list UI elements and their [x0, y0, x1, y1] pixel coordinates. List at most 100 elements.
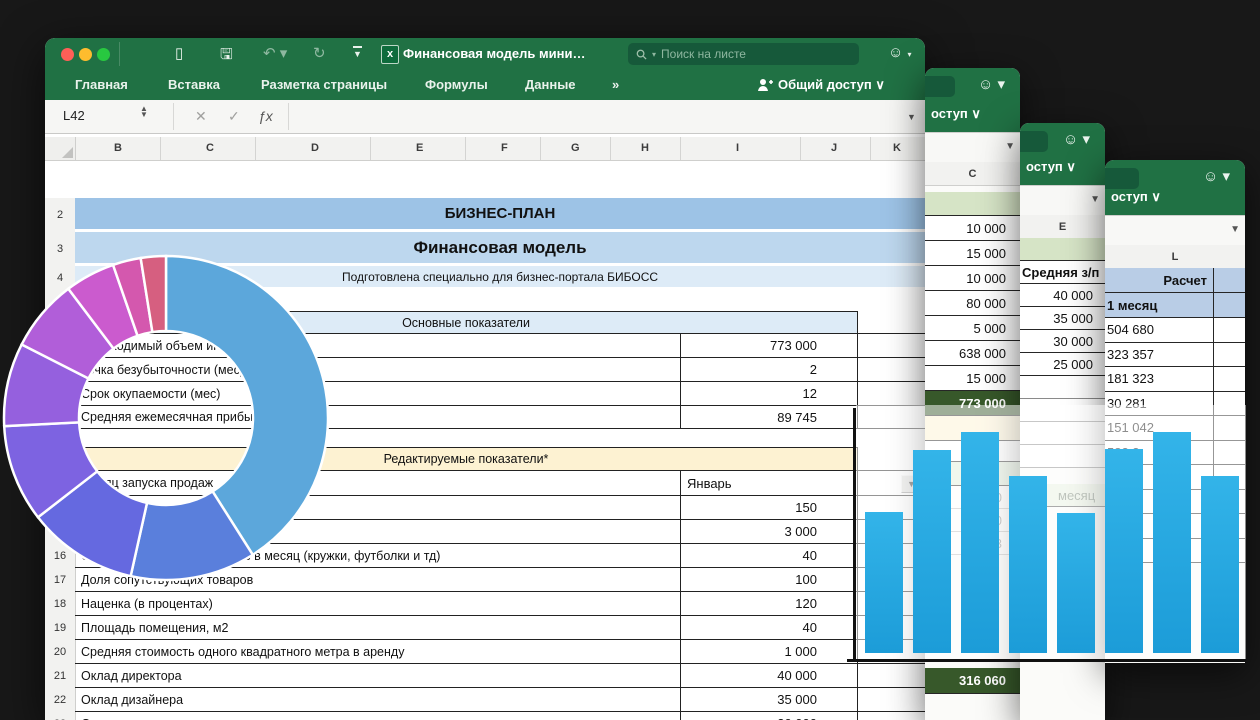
cell-extra[interactable] — [1213, 441, 1245, 466]
cell-extra[interactable] — [857, 544, 925, 568]
column-header-I[interactable]: I — [736, 142, 739, 154]
cell-value[interactable]: 151 042 — [1105, 416, 1213, 441]
tab-»[interactable]: » — [612, 77, 619, 92]
cell-value[interactable]: 1 000 — [680, 640, 857, 664]
cell-value[interactable]: 35 000 — [680, 688, 857, 712]
column-header-L[interactable]: L — [1105, 245, 1245, 269]
tab-Данные[interactable]: Данные — [525, 77, 576, 92]
minimize-button[interactable] — [79, 48, 92, 61]
cell-extra[interactable] — [857, 382, 925, 406]
formula-bar[interactable]: ▼ — [1020, 185, 1105, 217]
search-scope-chevron[interactable]: ▾ — [652, 50, 656, 59]
cell-value[interactable]: 40 — [680, 544, 857, 568]
column-header-H[interactable]: H — [641, 142, 649, 154]
cell-value[interactable]: 25 000 — [1020, 353, 1105, 376]
search-field-stub[interactable] — [1105, 168, 1139, 189]
cell-label[interactable]: Оклад директора — [75, 664, 680, 688]
cell-extra[interactable] — [857, 688, 925, 712]
column-header-C[interactable]: C — [206, 142, 214, 154]
cell-value[interactable]: 15 000 — [925, 241, 1020, 266]
cell-value[interactable]: 12 — [680, 382, 857, 406]
cell-value[interactable]: 773 000 — [680, 334, 857, 358]
cell-value[interactable]: 35 000 — [1020, 307, 1105, 330]
cell-value[interactable]: Январь — [680, 471, 857, 496]
column-header-K[interactable]: K — [893, 142, 901, 154]
column-header-G[interactable]: G — [571, 142, 580, 154]
cell-value[interactable]: 150 — [680, 496, 857, 520]
cell-blank[interactable] — [1105, 514, 1213, 539]
cell-extra[interactable] — [857, 616, 925, 640]
cell-value[interactable]: 323 357 — [1105, 343, 1213, 368]
cascade-window-col-e[interactable]: ☺ ▾оступ ∨▼EСредняя з/п40 00035 00030 00… — [1020, 123, 1105, 720]
cell-blank[interactable] — [1105, 490, 1213, 515]
column-header-F[interactable]: F — [501, 142, 508, 154]
cell-value[interactable]: 181 323 — [1105, 367, 1213, 392]
new-file-icon[interactable]: ▯ — [175, 44, 183, 62]
select-all-corner[interactable] — [45, 137, 76, 160]
column-header-B[interactable]: B — [114, 142, 122, 154]
column-header-E[interactable]: E — [416, 142, 423, 154]
cell-extra[interactable] — [857, 712, 925, 720]
cell-value[interactable]: 5 000 — [925, 316, 1020, 341]
cell-extra[interactable] — [1213, 490, 1245, 515]
cascade-window-col-c[interactable]: ☺ ▾оступ ∨▼C10 00015 00010 00080 0005 00… — [925, 68, 1020, 720]
cell-extra[interactable] — [857, 311, 925, 334]
cell-value[interactable]: 3 000 — [680, 520, 857, 544]
cell-value[interactable]: 89 745 — [680, 406, 857, 429]
name-box[interactable]: L42 — [63, 108, 85, 123]
formula-expand-chevron[interactable]: ▼ — [1005, 141, 1015, 152]
cell-label[interactable]: Оклад дизайнера — [75, 688, 680, 712]
cell-value[interactable]: 30 281 — [1105, 392, 1213, 417]
cell-value[interactable]: 30 000 — [1020, 330, 1105, 353]
cell-value[interactable]: 40 000 — [1020, 284, 1105, 307]
cell-extra[interactable]: ▼ — [857, 471, 925, 496]
cell-blank-green[interactable] — [925, 192, 1020, 216]
toolbar-options-icon[interactable]: ▼ — [353, 44, 362, 61]
cell-blank-green2[interactable] — [925, 462, 1020, 486]
cell-value[interactable]: 0 6 — [1105, 465, 1213, 490]
row-header-18[interactable]: 18 — [45, 592, 76, 616]
cell-extra[interactable] — [1213, 514, 1245, 539]
formula-bar[interactable]: ▼ — [925, 132, 1020, 164]
cell-blank[interactable] — [1020, 422, 1105, 445]
cell-extra[interactable] — [857, 496, 925, 520]
row-header-21[interactable]: 21 — [45, 664, 76, 688]
feedback-smiley-icon[interactable]: ☺ ▾ — [888, 44, 912, 61]
cell-extra[interactable] — [1213, 318, 1245, 343]
formula-expand-chevron[interactable]: ▼ — [1230, 224, 1240, 235]
feedback-smiley-icon[interactable]: ☺ ▾ — [1063, 130, 1090, 148]
cell-extra[interactable] — [857, 568, 925, 592]
cell-blank[interactable] — [1105, 539, 1213, 564]
row-header-22[interactable]: 22 — [45, 688, 76, 712]
cell-blank[interactable] — [925, 441, 1020, 462]
cell-extra[interactable] — [1213, 539, 1245, 564]
cell-label[interactable]: Оклад печатника — [75, 712, 680, 720]
cell-value[interactable]: 80 000 — [925, 291, 1020, 316]
enter-icon[interactable]: ✓ — [228, 108, 240, 125]
tab-Разметка страницы[interactable]: Разметка страницы — [261, 77, 387, 92]
cell-value[interactable]: 100 — [680, 568, 857, 592]
cell-label[interactable]: Средняя стоимость одного квадратного мет… — [75, 640, 680, 664]
cell-value[interactable]: 10 000 — [925, 266, 1020, 291]
zoom-button[interactable] — [97, 48, 110, 61]
cell-value[interactable]: 2 — [680, 358, 857, 382]
cell-blank-green[interactable] — [1020, 238, 1105, 261]
cell-extra[interactable] — [857, 592, 925, 616]
cell-blank[interactable] — [1020, 376, 1105, 399]
cell-extra[interactable] — [857, 358, 925, 382]
save-icon[interactable]: 🖫 — [220, 44, 233, 69]
formula-expand-chevron[interactable]: ▼ — [1090, 194, 1100, 205]
search-field-stub[interactable] — [925, 76, 955, 97]
cell-label[interactable]: Площадь помещения, м2 — [75, 616, 680, 640]
cell-extra[interactable] — [1213, 343, 1245, 368]
row-header-2[interactable]: 2 — [45, 198, 76, 232]
cell-extra[interactable] — [857, 406, 925, 429]
row-header-19[interactable]: 19 — [45, 616, 76, 640]
row-header-20[interactable]: 20 — [45, 640, 76, 664]
cell-value[interactable]: 120 — [680, 592, 857, 616]
feedback-smiley-icon[interactable]: ☺ ▾ — [1203, 167, 1230, 185]
formula-expand-chevron[interactable]: ▼ — [907, 112, 916, 122]
tab-Формулы[interactable]: Формулы — [425, 77, 488, 92]
close-button[interactable] — [61, 48, 74, 61]
column-header-J[interactable]: J — [831, 142, 837, 154]
